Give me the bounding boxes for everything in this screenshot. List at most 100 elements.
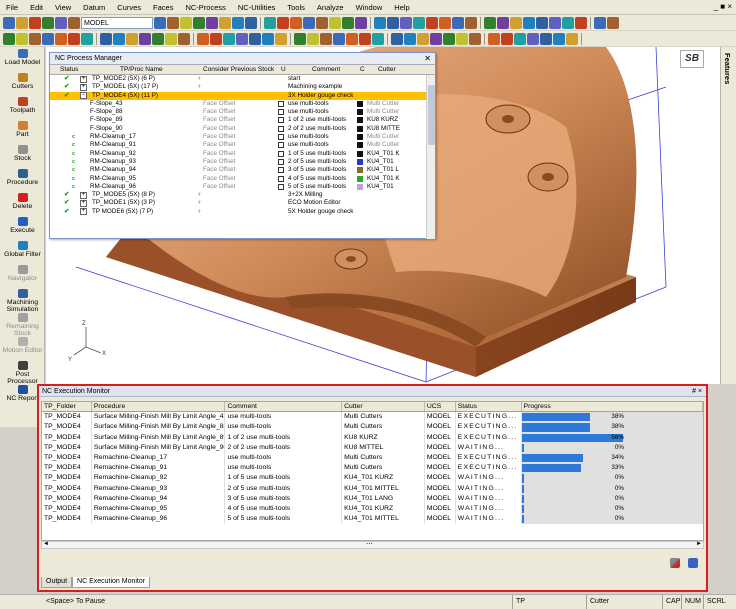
toolbar-icon[interactable]: [68, 32, 80, 45]
left-tool-delete[interactable]: Delete: [0, 193, 45, 215]
use-checkbox[interactable]: [278, 100, 284, 107]
process-row[interactable]: c RM-Cleanup_95 Face Offset 4 of 5 use mult…: [50, 175, 435, 183]
table-row[interactable]: TP_MODE4 Remachine-Cleanup_17 use multi-to…: [42, 452, 703, 464]
toolbar-icon[interactable]: [16, 16, 28, 29]
col-status[interactable]: Status: [456, 402, 522, 412]
toolbar-icon[interactable]: [307, 32, 319, 45]
model-select[interactable]: MODEL: [81, 16, 153, 29]
cutter-color-swatch[interactable]: [357, 100, 363, 107]
left-tool-execute[interactable]: Execute: [0, 217, 45, 239]
col-comment[interactable]: Comment: [225, 402, 343, 412]
process-row[interactable]: ✔ + TP_MODE2 (5X) (6 P) ♀ start: [50, 75, 435, 83]
toolbar-icon[interactable]: [320, 32, 332, 45]
toolbar-icon[interactable]: [346, 32, 358, 45]
horizontal-scrollbar[interactable]: ◄ ⋯ ►: [41, 541, 704, 549]
toolbar-icon[interactable]: [264, 16, 276, 29]
toolbar-icon[interactable]: [165, 32, 177, 45]
process-row[interactable]: c RM-Cleanup_94 Face Offset 3 of 5 use mult…: [50, 166, 435, 174]
table-row[interactable]: TP_MODE4 Remachine-Cleanup_95 4 of 5 use m…: [42, 503, 703, 515]
toolbar-icon[interactable]: [413, 16, 425, 29]
toolbar-icon[interactable]: [68, 16, 80, 29]
expand-toggle-icon[interactable]: +: [80, 75, 87, 83]
col-ucs[interactable]: UCS: [425, 402, 456, 412]
table-row[interactable]: TP_MODE4 Remachine-Cleanup_93 2 of 5 use m…: [42, 483, 703, 494]
left-tool-machining-simulation[interactable]: Machining Simulation: [0, 289, 45, 313]
col-u[interactable]: U: [281, 65, 286, 75]
toolbar-icon[interactable]: [29, 16, 41, 29]
toolbar-icon[interactable]: [497, 16, 509, 29]
col-comment[interactable]: Comment: [312, 65, 340, 75]
toolbar-icon[interactable]: [527, 32, 539, 45]
scroll-grip-icon[interactable]: ⋯: [366, 540, 373, 548]
col-procedure[interactable]: Procedure: [92, 402, 226, 412]
table-row[interactable]: TP_MODE4 Surface Milling-Finish Mill By L…: [42, 412, 703, 423]
toolbar-icon[interactable]: [193, 16, 205, 29]
toolbar-icon[interactable]: [210, 32, 222, 45]
toolbar-icon[interactable]: [501, 32, 513, 45]
menu-tools[interactable]: Tools: [281, 0, 311, 15]
process-row[interactable]: ✔ + TP_MODE5 (5X) (8 P) ♀ 3+2X Milling: [50, 191, 435, 199]
toolbar-icon[interactable]: [469, 32, 481, 45]
table-row[interactable]: TP_MODE4 Remachine-Cleanup_96 5 of 5 use m…: [42, 514, 703, 525]
use-checkbox[interactable]: [278, 150, 284, 157]
left-tool-motion-editor[interactable]: Motion Editor: [0, 337, 45, 359]
left-tool-remaining-stock[interactable]: Remaining Stock: [0, 313, 45, 337]
col-c[interactable]: C: [360, 65, 365, 75]
left-tool-stock[interactable]: Stock: [0, 145, 45, 167]
cutter-color-swatch[interactable]: [357, 183, 363, 190]
expand-toggle-icon[interactable]: +: [80, 208, 87, 216]
col-stock[interactable]: Consider Previous Stock: [203, 65, 274, 75]
vertical-scrollbar[interactable]: [426, 75, 435, 239]
expand-toggle-icon[interactable]: +: [80, 83, 87, 91]
menu-faces[interactable]: Faces: [147, 0, 179, 15]
process-row[interactable]: c RM-Cleanup_17 Face Offset use multi-tools…: [50, 133, 435, 141]
expand-toggle-icon[interactable]: +: [80, 199, 87, 207]
toolbar-icon[interactable]: [219, 16, 231, 29]
toolbar-icon[interactable]: [553, 32, 565, 45]
left-tool-toolpath[interactable]: Toolpath: [0, 97, 45, 119]
toolbar-icon[interactable]: [42, 16, 54, 29]
left-tool-part[interactable]: Part: [0, 121, 45, 143]
scroll-left-icon[interactable]: ◄: [43, 541, 49, 547]
toolbar-icon[interactable]: [355, 16, 367, 29]
toolbar-icon[interactable]: [180, 16, 192, 29]
col-cutter[interactable]: Cutter: [342, 402, 425, 412]
table-row[interactable]: TP_MODE4 Remachine-Cleanup_92 1 of 5 use m…: [42, 473, 703, 484]
left-tool-load-model[interactable]: Load Model: [0, 49, 45, 71]
scroll-right-icon[interactable]: ►: [696, 541, 702, 547]
toolbar-icon[interactable]: [113, 32, 125, 45]
menu-datum[interactable]: Datum: [77, 0, 111, 15]
toolbar-icon[interactable]: [275, 32, 287, 45]
cutter-color-swatch[interactable]: [357, 158, 363, 165]
pin-close-icon[interactable]: # ×: [692, 386, 702, 397]
toolbar-icon[interactable]: [430, 32, 442, 45]
process-row[interactable]: F-Slope_88 Face Offset use multi-tools Mult…: [50, 108, 435, 116]
menu-analyze[interactable]: Analyze: [311, 0, 350, 15]
use-checkbox[interactable]: [278, 109, 284, 116]
toolbar-icon[interactable]: [374, 16, 386, 29]
use-checkbox[interactable]: [278, 167, 284, 174]
table-row[interactable]: TP_MODE4 Surface Milling-Finish Mill By L…: [42, 442, 703, 453]
menu-nc-process[interactable]: NC-Process: [179, 0, 231, 15]
use-checkbox[interactable]: [278, 125, 284, 132]
toolbar-icon[interactable]: [510, 16, 522, 29]
toolbar-icon[interactable]: [536, 16, 548, 29]
menu-view[interactable]: View: [49, 0, 77, 15]
toolbar-icon[interactable]: [575, 16, 587, 29]
toolbar-icon[interactable]: [607, 16, 619, 29]
toolbar-icon[interactable]: [152, 32, 164, 45]
cutter-color-swatch[interactable]: [357, 175, 363, 182]
toolbar-icon[interactable]: [443, 32, 455, 45]
cutter-color-swatch[interactable]: [357, 150, 363, 157]
use-checkbox[interactable]: [278, 183, 284, 190]
toolbar-icon[interactable]: [456, 32, 468, 45]
table-row[interactable]: TP_MODE4 Surface Milling-Finish Mill By L…: [42, 422, 703, 433]
toolbar-icon[interactable]: [514, 32, 526, 45]
table-row[interactable]: TP_MODE4 Remachine-Cleanup_91 use multi-to…: [42, 463, 703, 474]
stop-icon[interactable]: [670, 558, 680, 568]
toolbar-icon[interactable]: [290, 16, 302, 29]
scroll-thumb[interactable]: [428, 85, 435, 145]
menu-curves[interactable]: Curves: [111, 0, 147, 15]
toolbar-icon[interactable]: [303, 16, 315, 29]
col-name[interactable]: TP/Proc Name: [120, 65, 163, 75]
